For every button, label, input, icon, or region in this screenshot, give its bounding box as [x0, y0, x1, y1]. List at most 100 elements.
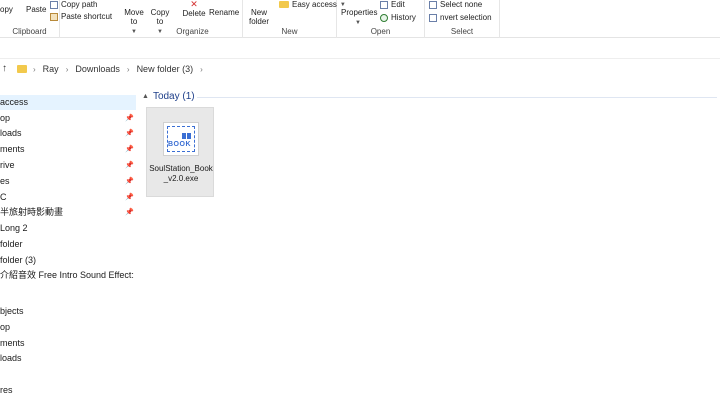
pin-icon: 📌 — [125, 162, 134, 169]
chevron-right-icon: › — [126, 64, 130, 74]
copy-path-label: Copy path — [61, 0, 98, 9]
thumb-block — [182, 133, 186, 139]
collapse-caret-icon[interactable]: ▲ — [142, 93, 149, 100]
nav-item-label: Long 2 — [0, 223, 28, 233]
thumb-blocks — [182, 133, 192, 139]
nav-item[interactable]: 介紹音效 Free Intro Sound Effect: — [0, 268, 136, 283]
history-button[interactable]: History — [380, 13, 416, 22]
nav-item[interactable]: res — [0, 383, 136, 398]
new-group-label: New — [281, 27, 298, 36]
nav-item[interactable]: loads — [0, 351, 136, 366]
edit-icon — [380, 0, 388, 9]
delete-button[interactable]: ✕ Delete — [181, 0, 207, 18]
move-to-button[interactable]: Move to ▼ — [123, 8, 145, 37]
select-group-label: Select — [450, 27, 474, 36]
pin-icon: 📌 — [125, 194, 134, 201]
delete-label: Delete — [182, 9, 206, 18]
select-none-icon — [429, 0, 437, 9]
properties-label: Properties — [341, 8, 378, 17]
new-folder-label: New folder — [248, 8, 269, 26]
nav-item-label: loads — [0, 353, 22, 363]
up-arrow-icon[interactable]: ↑ — [2, 63, 7, 74]
group-header[interactable]: ▲ Today (1) — [142, 91, 195, 102]
chevron-right-icon: › — [200, 64, 203, 74]
breadcrumb-item[interactable]: Ray — [43, 64, 59, 74]
select-none-button[interactable]: Select none — [429, 0, 482, 9]
copy-button[interactable]: opy — [0, 5, 13, 14]
nav-item-label: op — [0, 322, 11, 332]
breadcrumb: › Ray › Downloads › New folder (3) › — [33, 64, 203, 74]
move-to-label: Move to — [124, 8, 144, 26]
folder-icon — [17, 65, 27, 73]
delete-icon: ✕ — [190, 0, 198, 9]
nav-item[interactable]: access — [0, 95, 136, 110]
invert-selection-button[interactable]: nvert selection — [429, 13, 492, 22]
nav-item[interactable]: ments 📌 — [0, 142, 136, 157]
nav-item[interactable]: bjects — [0, 304, 136, 319]
copy-path-button[interactable]: Copy path — [50, 0, 97, 9]
edit-button[interactable]: Edit — [380, 0, 405, 9]
copy-path-icon — [50, 0, 58, 9]
nav-item-label: res — [0, 385, 13, 395]
rename-label: Rename — [209, 8, 240, 17]
easy-access-button[interactable]: Easy access ▼ — [279, 0, 346, 9]
nav-item[interactable]: op — [0, 320, 136, 335]
nav-item[interactable] — [0, 367, 136, 382]
file-item[interactable]: BOOK SoulStation_Book_v2.0.exe — [146, 107, 214, 197]
nav-item[interactable]: loads 📌 — [0, 126, 136, 141]
rename-button[interactable]: Rename — [209, 8, 239, 17]
history-label: History — [391, 13, 416, 22]
breadcrumb-item[interactable]: New folder (3) — [137, 64, 194, 74]
paste-label: Paste — [26, 5, 47, 14]
book-app-icon: BOOK — [163, 122, 199, 156]
select-group: Select none nvert selection Select — [425, 0, 500, 38]
nav-item-label: loads — [0, 128, 22, 138]
nav-item-label: op — [0, 113, 11, 123]
chevron-right-icon: › — [33, 64, 36, 74]
breadcrumb-item[interactable]: Downloads — [75, 64, 120, 74]
paste-button[interactable]: Paste — [26, 5, 46, 14]
nav-item[interactable]: ments — [0, 336, 136, 351]
pin-icon: 📌 — [125, 178, 134, 185]
new-folder-button[interactable]: New folder — [247, 8, 271, 26]
easy-access-icon — [279, 1, 289, 8]
copy-label: opy — [0, 5, 13, 14]
select-none-label: Select none — [440, 0, 483, 9]
nav-item[interactable]: es 📌 — [0, 174, 136, 189]
pin-icon: 📌 — [125, 130, 134, 137]
nav-item-label: C — [0, 192, 7, 202]
nav-item[interactable] — [0, 284, 136, 299]
nav-item[interactable]: Long 2 — [0, 221, 136, 236]
navigation-pane: access op 📌 loads 📌 ments 📌 rive 📌 es 📌 C 📌 半旅… — [0, 94, 136, 407]
thumb-text: BOOK — [168, 141, 191, 148]
nav-item-label: access — [0, 97, 29, 107]
nav-item[interactable]: 半旅射時影動畫 📌 — [0, 205, 136, 220]
pin-icon: 📌 — [125, 209, 134, 216]
copy-to-label: Copy to — [150, 8, 170, 26]
nav-item[interactable]: rive 📌 — [0, 158, 136, 173]
properties-button[interactable]: Properties ▼ — [341, 8, 378, 28]
nav-item[interactable]: C 📌 — [0, 190, 136, 205]
nav-item-label: bjects — [0, 306, 24, 316]
open-group: Properties ▼ Edit History Open — [337, 0, 425, 38]
address-bar: ↑ › Ray › Downloads › New folder (3) › — [0, 58, 720, 80]
thumb-block — [187, 133, 191, 139]
paste-shortcut-button[interactable]: Paste shortcut — [50, 12, 112, 21]
nav-item[interactable]: op 📌 — [0, 111, 136, 126]
history-icon — [380, 13, 388, 22]
nav-item-label: 介紹音效 Free Intro Sound Effect: — [0, 270, 134, 280]
nav-item-label: rive — [0, 160, 15, 170]
nav-item-label: ments — [0, 144, 25, 154]
nav-item-label: es — [0, 176, 10, 186]
nav-item[interactable]: folder — [0, 237, 136, 252]
open-group-label: Open — [370, 27, 391, 36]
new-group: New folder Easy access ▼ New — [243, 0, 346, 38]
organize-group: Move to ▼ Copy to ▼ ✕ Delete Rename Organi… — [124, 0, 243, 38]
nav-item[interactable]: folder (3) — [0, 253, 136, 268]
nav-item-label: 半旅射時影動畫 — [0, 207, 64, 217]
paste-shortcut-label: Paste shortcut — [61, 12, 113, 21]
nav-item-label: ments — [0, 338, 25, 348]
paste-shortcut-icon — [50, 12, 58, 21]
ribbon: opy Paste Clipboard Copy path Paste shor… — [0, 0, 720, 38]
pin-icon: 📌 — [125, 146, 134, 153]
